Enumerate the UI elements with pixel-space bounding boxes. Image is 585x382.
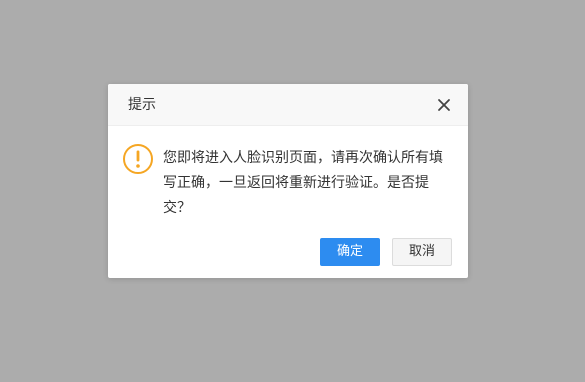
dialog-body: 您即将进入人脸识别页面，请再次确认所有填写正确，一旦返回将重新进行验证。是否提交… (108, 126, 468, 236)
close-button[interactable] (436, 97, 452, 113)
dialog-title: 提示 (128, 97, 156, 113)
confirm-button[interactable]: 确定 (320, 238, 380, 266)
cancel-button[interactable]: 取消 (392, 238, 452, 266)
dialog-footer: 确定 取消 (108, 236, 468, 266)
dialog-message: 您即将进入人脸识别页面，请再次确认所有填写正确，一旦返回将重新进行验证。是否提交… (163, 150, 443, 216)
close-icon (438, 99, 450, 111)
warning-icon (122, 143, 154, 175)
dialog-header: 提示 (108, 84, 468, 126)
confirm-dialog: 提示 您即将进入人脸识别页面，请再次确认所有填写正确，一旦返回将重新进行验证。是… (108, 84, 468, 278)
